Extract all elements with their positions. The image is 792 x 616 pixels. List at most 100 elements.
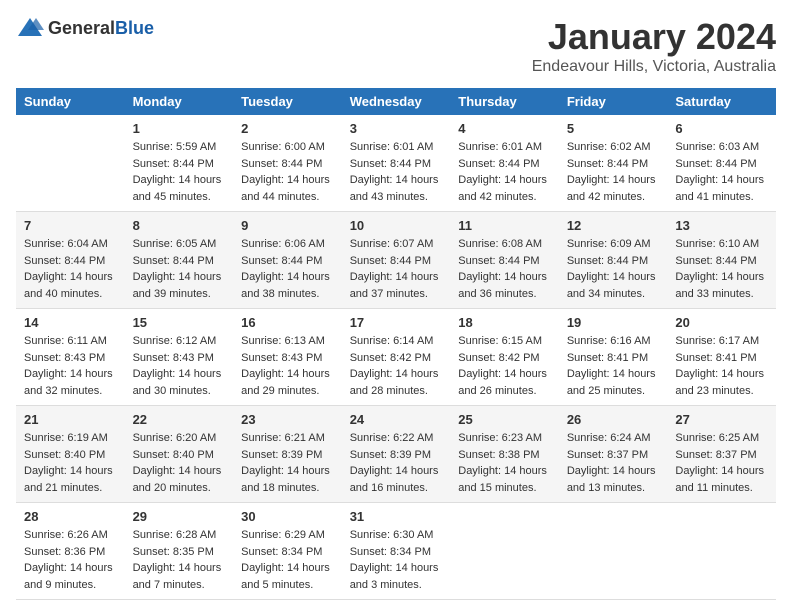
day-number: 1 <box>133 121 226 136</box>
weekday-header-wednesday: Wednesday <box>342 88 451 115</box>
day-number: 30 <box>241 509 334 524</box>
day-number: 6 <box>675 121 768 136</box>
day-number: 11 <box>458 218 551 233</box>
calendar-cell: 22Sunrise: 6:20 AM Sunset: 8:40 PM Dayli… <box>125 406 234 503</box>
day-number: 8 <box>133 218 226 233</box>
calendar-cell: 24 Sunrise: 6:22 AM Sunset: 8:39 PM Dayli… <box>342 406 451 503</box>
day-info: Sunrise: 6:26 AM Sunset: 8:36 PM Dayligh… <box>24 527 117 593</box>
day-number: 5 <box>567 121 660 136</box>
day-info: Sunrise: 6:01 AM Sunset: 8:44 PM Dayligh… <box>350 139 443 205</box>
calendar-cell: 15Sunrise: 6:12 AM Sunset: 8:43 PM Dayli… <box>125 309 234 406</box>
weekday-header-thursday: Thursday <box>450 88 559 115</box>
day-number: 27 <box>675 412 768 427</box>
week-row-4: 28 Sunrise: 6:26 AM Sunset: 8:36 PM Dayli… <box>16 503 776 600</box>
month-title: January 2024 <box>532 16 776 58</box>
calendar-cell: 19 Sunrise: 6:16 AM Sunset: 8:41 PM Dayli… <box>559 309 668 406</box>
day-info: Sunrise: 6:16 AM Sunset: 8:41 PM Dayligh… <box>567 333 660 399</box>
day-info: Sunrise: 6:15 AM Sunset: 8:42 PM Dayligh… <box>458 333 551 399</box>
calendar-cell: 29Sunrise: 6:28 AM Sunset: 8:35 PM Dayli… <box>125 503 234 600</box>
day-number: 17 <box>350 315 443 330</box>
day-info: Sunrise: 6:28 AM Sunset: 8:35 PM Dayligh… <box>133 527 226 593</box>
calendar-cell: 27 Sunrise: 6:25 AM Sunset: 8:37 PM Dayli… <box>667 406 776 503</box>
logo-general-text: General <box>48 18 115 38</box>
day-info: Sunrise: 6:23 AM Sunset: 8:38 PM Dayligh… <box>458 430 551 496</box>
calendar-cell: 17 Sunrise: 6:14 AM Sunset: 8:42 PM Dayli… <box>342 309 451 406</box>
day-number: 10 <box>350 218 443 233</box>
day-info: Sunrise: 6:24 AM Sunset: 8:37 PM Dayligh… <box>567 430 660 496</box>
day-info: Sunrise: 6:21 AM Sunset: 8:39 PM Dayligh… <box>241 430 334 496</box>
weekday-header-saturday: Saturday <box>667 88 776 115</box>
calendar-cell: 9 Sunrise: 6:06 AM Sunset: 8:44 PM Daylig… <box>233 212 342 309</box>
calendar-cell: 25 Sunrise: 6:23 AM Sunset: 8:38 PM Dayli… <box>450 406 559 503</box>
day-number: 7 <box>24 218 117 233</box>
day-info: Sunrise: 6:10 AM Sunset: 8:44 PM Dayligh… <box>675 236 768 302</box>
calendar-cell <box>667 503 776 600</box>
weekday-header-sunday: Sunday <box>16 88 125 115</box>
day-info: Sunrise: 6:09 AM Sunset: 8:44 PM Dayligh… <box>567 236 660 302</box>
weekday-header-friday: Friday <box>559 88 668 115</box>
day-info: Sunrise: 6:13 AM Sunset: 8:43 PM Dayligh… <box>241 333 334 399</box>
day-info: Sunrise: 6:17 AM Sunset: 8:41 PM Dayligh… <box>675 333 768 399</box>
header: GeneralBlue January 2024 Endeavour Hills… <box>16 16 776 76</box>
location-title: Endeavour Hills, Victoria, Australia <box>532 58 776 76</box>
day-number: 12 <box>567 218 660 233</box>
day-info: Sunrise: 6:08 AM Sunset: 8:44 PM Dayligh… <box>458 236 551 302</box>
calendar-cell <box>559 503 668 600</box>
day-number: 18 <box>458 315 551 330</box>
day-number: 24 <box>350 412 443 427</box>
calendar-cell: 21 Sunrise: 6:19 AM Sunset: 8:40 PM Dayli… <box>16 406 125 503</box>
day-info: Sunrise: 6:02 AM Sunset: 8:44 PM Dayligh… <box>567 139 660 205</box>
calendar-cell: 14Sunrise: 6:11 AM Sunset: 8:43 PM Dayli… <box>16 309 125 406</box>
calendar-cell: 8 Sunrise: 6:05 AM Sunset: 8:44 PM Daylig… <box>125 212 234 309</box>
calendar-cell: 6 Sunrise: 6:03 AM Sunset: 8:44 PM Daylig… <box>667 115 776 212</box>
day-number: 19 <box>567 315 660 330</box>
weekday-header-row: SundayMondayTuesdayWednesdayThursdayFrid… <box>16 88 776 115</box>
calendar-cell: 11 Sunrise: 6:08 AM Sunset: 8:44 PM Dayli… <box>450 212 559 309</box>
day-number: 20 <box>675 315 768 330</box>
day-info: Sunrise: 6:00 AM Sunset: 8:44 PM Dayligh… <box>241 139 334 205</box>
calendar-cell: 3 Sunrise: 6:01 AM Sunset: 8:44 PM Daylig… <box>342 115 451 212</box>
week-row-0: 1Sunrise: 5:59 AM Sunset: 8:44 PM Daylig… <box>16 115 776 212</box>
calendar-cell: 4Sunrise: 6:01 AM Sunset: 8:44 PM Daylig… <box>450 115 559 212</box>
day-info: Sunrise: 6:03 AM Sunset: 8:44 PM Dayligh… <box>675 139 768 205</box>
calendar-cell: 7 Sunrise: 6:04 AM Sunset: 8:44 PM Daylig… <box>16 212 125 309</box>
weekday-header-tuesday: Tuesday <box>233 88 342 115</box>
day-info: Sunrise: 6:25 AM Sunset: 8:37 PM Dayligh… <box>675 430 768 496</box>
day-number: 15 <box>133 315 226 330</box>
day-number: 28 <box>24 509 117 524</box>
calendar-cell: 30 Sunrise: 6:29 AM Sunset: 8:34 PM Dayli… <box>233 503 342 600</box>
day-number: 23 <box>241 412 334 427</box>
day-info: Sunrise: 6:30 AM Sunset: 8:34 PM Dayligh… <box>350 527 443 593</box>
logo-icon <box>16 16 44 40</box>
calendar-cell: 20 Sunrise: 6:17 AM Sunset: 8:41 PM Dayli… <box>667 309 776 406</box>
day-info: Sunrise: 6:04 AM Sunset: 8:44 PM Dayligh… <box>24 236 117 302</box>
calendar-cell <box>450 503 559 600</box>
day-number: 16 <box>241 315 334 330</box>
calendar-cell <box>16 115 125 212</box>
day-number: 25 <box>458 412 551 427</box>
calendar-cell: 16 Sunrise: 6:13 AM Sunset: 8:43 PM Dayli… <box>233 309 342 406</box>
calendar-cell: 28 Sunrise: 6:26 AM Sunset: 8:36 PM Dayli… <box>16 503 125 600</box>
day-info: Sunrise: 6:29 AM Sunset: 8:34 PM Dayligh… <box>241 527 334 593</box>
day-info: Sunrise: 6:19 AM Sunset: 8:40 PM Dayligh… <box>24 430 117 496</box>
calendar-cell: 1Sunrise: 5:59 AM Sunset: 8:44 PM Daylig… <box>125 115 234 212</box>
week-row-1: 7 Sunrise: 6:04 AM Sunset: 8:44 PM Daylig… <box>16 212 776 309</box>
day-number: 13 <box>675 218 768 233</box>
day-info: Sunrise: 6:14 AM Sunset: 8:42 PM Dayligh… <box>350 333 443 399</box>
calendar-cell: 2 Sunrise: 6:00 AM Sunset: 8:44 PM Daylig… <box>233 115 342 212</box>
calendar-cell: 10Sunrise: 6:07 AM Sunset: 8:44 PM Dayli… <box>342 212 451 309</box>
day-number: 2 <box>241 121 334 136</box>
calendar-cell: 18 Sunrise: 6:15 AM Sunset: 8:42 PM Dayli… <box>450 309 559 406</box>
day-number: 21 <box>24 412 117 427</box>
calendar-cell: 26Sunrise: 6:24 AM Sunset: 8:37 PM Dayli… <box>559 406 668 503</box>
day-number: 3 <box>350 121 443 136</box>
day-number: 9 <box>241 218 334 233</box>
day-info: Sunrise: 6:22 AM Sunset: 8:39 PM Dayligh… <box>350 430 443 496</box>
day-number: 31 <box>350 509 443 524</box>
day-info: Sunrise: 6:20 AM Sunset: 8:40 PM Dayligh… <box>133 430 226 496</box>
week-row-3: 21 Sunrise: 6:19 AM Sunset: 8:40 PM Dayli… <box>16 406 776 503</box>
day-info: Sunrise: 6:05 AM Sunset: 8:44 PM Dayligh… <box>133 236 226 302</box>
logo: GeneralBlue <box>16 16 154 40</box>
day-number: 4 <box>458 121 551 136</box>
day-info: Sunrise: 6:06 AM Sunset: 8:44 PM Dayligh… <box>241 236 334 302</box>
